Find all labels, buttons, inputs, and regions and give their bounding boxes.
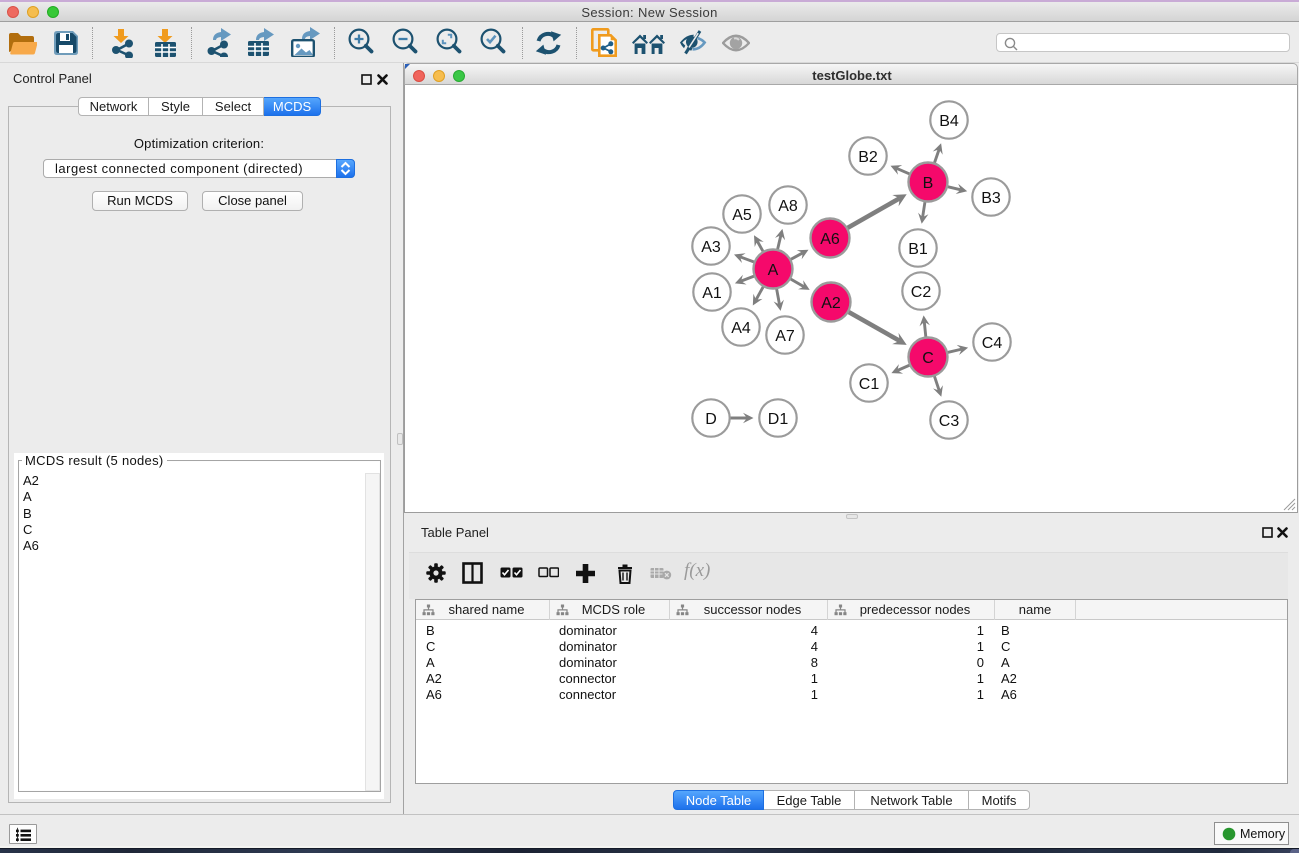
svg-text:C2: C2: [911, 284, 932, 301]
svg-text:C3: C3: [939, 413, 960, 430]
svg-text:A5: A5: [732, 207, 752, 224]
svg-text:B1: B1: [908, 241, 928, 258]
svg-text:A: A: [768, 262, 779, 279]
svg-text:A8: A8: [778, 198, 798, 215]
svg-text:D: D: [705, 411, 717, 428]
svg-text:B2: B2: [858, 149, 878, 166]
svg-text:C: C: [922, 350, 934, 367]
svg-text:B4: B4: [939, 113, 959, 130]
svg-text:C4: C4: [982, 335, 1003, 352]
svg-text:A2: A2: [821, 295, 841, 312]
svg-text:D1: D1: [768, 411, 789, 428]
svg-text:A4: A4: [731, 320, 751, 337]
svg-text:A6: A6: [820, 231, 840, 248]
svg-text:B3: B3: [981, 190, 1001, 207]
svg-text:A7: A7: [775, 328, 795, 345]
svg-text:A3: A3: [701, 239, 721, 256]
svg-text:B: B: [923, 175, 934, 192]
svg-text:C1: C1: [859, 376, 880, 393]
svg-text:A1: A1: [702, 285, 722, 302]
